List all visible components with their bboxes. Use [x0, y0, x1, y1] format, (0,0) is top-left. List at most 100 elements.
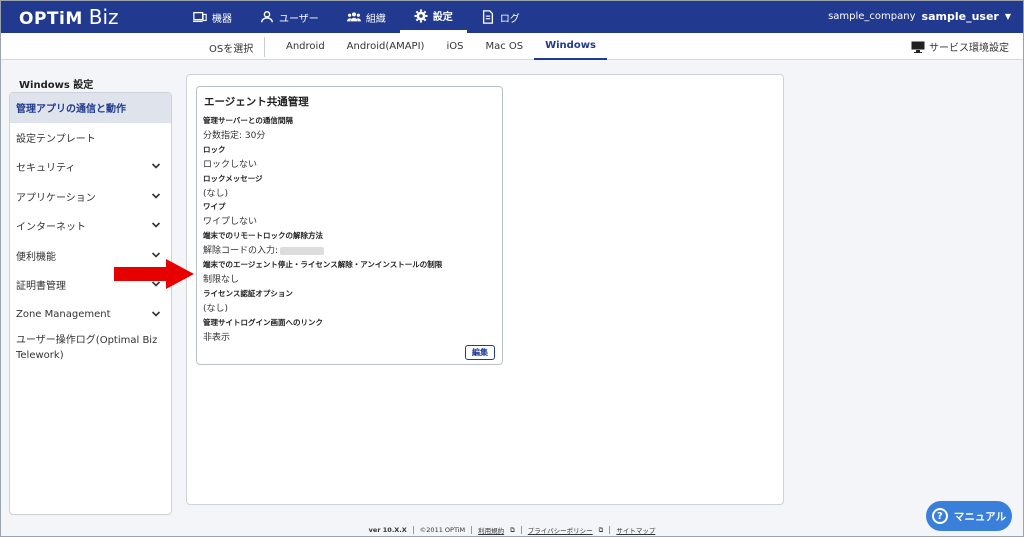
tab-android[interactable]: Android [275, 33, 336, 60]
user-icon [261, 11, 273, 23]
setting-field: ロック ロックしない [203, 144, 257, 170]
sidebar-item-zone-management[interactable]: Zone Management [10, 300, 171, 330]
sidebar-item-label: 管理アプリの通信と動作 [16, 104, 126, 116]
setting-field: ロックメッセージ (なし) [203, 173, 263, 199]
chevron-down-icon [151, 163, 161, 169]
setting-value: ロックしない [203, 160, 258, 170]
setting-value-row: 解除コードの入力: [203, 243, 325, 256]
optim-biz-logo[interactable]: OPTiM Biz [19, 5, 119, 29]
os-tab-bar: OSを選択 Android Android(AMAPI) iOS Mac OS … [1, 33, 1023, 60]
nav-logs-label: ログ [499, 13, 520, 25]
sidebar-item-templates[interactable]: 設定テンプレート [10, 123, 171, 153]
footer: ver 10.X.X ©2011 OPTiM 利用規約 ⧉ プライバシーポリシー… [1, 524, 1023, 536]
caret-down-icon: ▼ [1004, 12, 1011, 21]
logo-main: OPTiM [19, 9, 83, 29]
setting-label: 管理サイトログイン画面へのリンク [203, 318, 323, 327]
service-settings-link[interactable]: サービス環境設定 [911, 39, 1009, 54]
os-tabs: Android Android(AMAPI) iOS Mac OS Window… [275, 33, 607, 60]
user-menu[interactable]: sample_company sample_user ▼ [828, 10, 1011, 23]
chevron-down-icon [151, 310, 161, 317]
sidebar-item-label: ユーザー操作ログ(Optimal Biz Telework) [16, 335, 158, 361]
setting-label: ロック [203, 145, 226, 154]
sidebar-item-label: セキュリティ [16, 163, 76, 175]
tab-macos[interactable]: Mac OS [474, 33, 534, 60]
terms-link[interactable]: 利用規約 [478, 525, 504, 535]
divider [412, 526, 414, 534]
tab-android-amapi[interactable]: Android(AMAPI) [336, 33, 436, 60]
divider [609, 526, 611, 534]
divider [520, 526, 522, 534]
sidebar-title: Windows 設定 [19, 80, 94, 91]
sidebar-item-label: インターネット [16, 222, 86, 234]
setting-field: 管理サイトログイン画面へのリンク 非表示 [203, 317, 323, 343]
service-settings-label: サービス環境設定 [929, 43, 1009, 54]
logo-sub: Biz [88, 5, 119, 29]
chevron-down-icon [151, 222, 161, 228]
nav-organization-label: 組織 [365, 13, 386, 25]
top-navigation-bar: OPTiM Biz 機器 ユーザー 組織 設定 ログ sample_company… [1, 1, 1023, 33]
setting-field: 端末でのリモートロックの解除方法 解除コードの入力: [203, 230, 325, 256]
setting-value: 解除コードの入力: [203, 246, 279, 256]
username: sample_user [921, 10, 999, 23]
os-select-label: OSを選択 [209, 44, 254, 55]
setting-value: (なし) [203, 189, 229, 199]
sidebar-item-agent-communication[interactable]: 管理アプリの通信と動作 [10, 93, 171, 123]
sidebar-item-label: 証明書管理 [16, 281, 66, 293]
edit-button[interactable]: 編集 [465, 345, 495, 360]
monitor-icon [911, 41, 925, 53]
question-icon: ? [931, 508, 948, 524]
sitemap-link[interactable]: サイトマップ [616, 525, 655, 535]
external-link-icon: ⧉ [598, 525, 604, 534]
setting-field: ライセンス認証オプション (なし) [203, 288, 293, 314]
setting-field: 管理サーバーとの通信間隔 分数指定: 30分 [203, 115, 293, 141]
setting-label: 管理サーバーとの通信間隔 [203, 116, 293, 125]
copyright-text: ©2011 OPTiM [419, 526, 466, 534]
device-icon [193, 11, 207, 23]
sidebar-item-label: 設定テンプレート [16, 133, 96, 145]
chevron-down-icon [151, 251, 161, 258]
setting-field: ワイプ ワイプしない [203, 201, 257, 227]
nav-devices[interactable]: 機器 [179, 1, 246, 33]
sidebar-item-security[interactable]: セキュリティ [10, 152, 171, 182]
company-name: sample_company [828, 11, 916, 22]
nav-settings[interactable]: 設定 [399, 1, 467, 33]
setting-value: (なし) [203, 304, 229, 314]
privacy-link[interactable]: プライバシーポリシー [528, 525, 593, 535]
external-link-icon: ⧉ [510, 525, 515, 534]
manual-button-label: マニュアル [953, 510, 1007, 523]
nav-users[interactable]: ユーザー [246, 1, 333, 33]
sidebar-item-label: 便利機能 [16, 251, 56, 263]
setting-value: 制限なし [203, 275, 240, 285]
setting-value: ワイプしない [203, 217, 258, 227]
redacted-code [280, 246, 325, 255]
nav-organization[interactable]: 組織 [333, 1, 400, 33]
card-title: エージェント共通管理 [204, 96, 309, 108]
setting-label: ロックメッセージ [203, 174, 263, 183]
setting-label: ワイプ [203, 202, 226, 211]
version-text: ver 10.X.X [368, 526, 407, 534]
setting-label: 端末でのエージェント停止・ライセンス解除・アンインストールの制限 [203, 260, 443, 269]
sidebar-item-user-operation-log[interactable]: ユーザー操作ログ(Optimal Biz Telework) [10, 329, 171, 369]
sidebar-item-applications[interactable]: アプリケーション [10, 182, 171, 212]
gear-icon [414, 8, 428, 23]
nav-logs[interactable]: ログ [467, 1, 534, 33]
nav-devices-label: 機器 [212, 13, 232, 25]
setting-value: 分数指定: 30分 [203, 131, 266, 141]
nav-users-label: ユーザー [279, 13, 319, 25]
tab-ios[interactable]: iOS [435, 33, 474, 60]
agent-common-settings-card: エージェント共通管理 管理サーバーとの通信間隔 分数指定: 30分 ロック ロッ… [196, 86, 503, 365]
tab-windows[interactable]: Windows [534, 33, 607, 60]
main-nav: 機器 ユーザー 組織 設定 ログ [179, 1, 534, 33]
sidebar-item-label: Zone Management [16, 308, 111, 320]
divider [471, 526, 473, 534]
setting-value: 非表示 [203, 333, 231, 343]
group-icon [346, 12, 361, 22]
divider [264, 37, 265, 57]
sidebar-item-internet[interactable]: インターネット [10, 211, 171, 241]
log-icon [482, 10, 493, 24]
setting-label: 端末でのリモートロックの解除方法 [203, 231, 323, 240]
setting-field: 端末でのエージェント停止・ライセンス解除・アンインストールの制限 制限なし [203, 259, 442, 285]
red-arrow-annotation [114, 259, 194, 289]
manual-button[interactable]: ? マニュアル [926, 501, 1012, 531]
chevron-down-icon [151, 192, 161, 199]
